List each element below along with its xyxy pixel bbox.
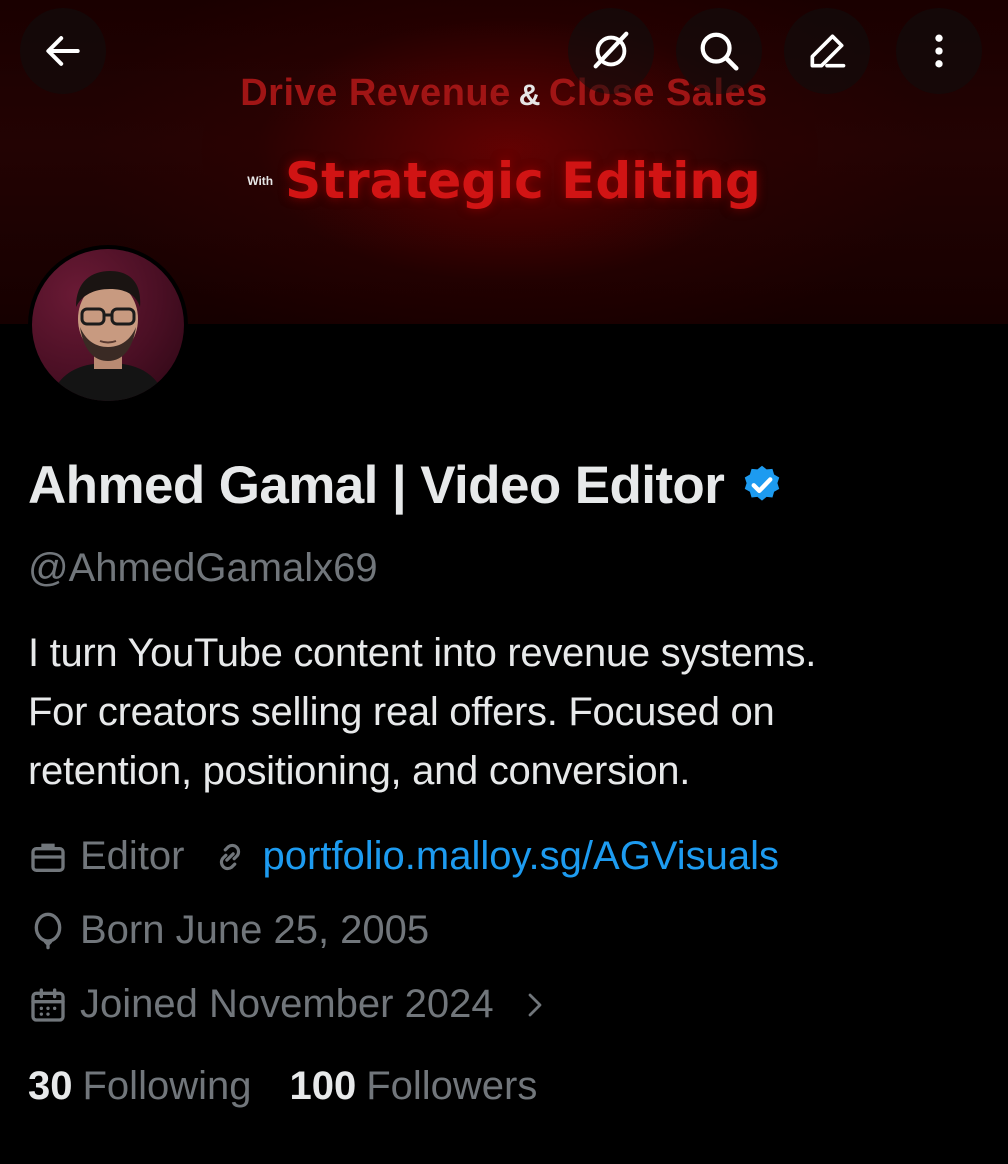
edit-pencil-icon (810, 34, 846, 68)
profile-joined-date: Joined November 2024 (80, 982, 494, 1026)
profile-birthday: Born June 25, 2005 (80, 908, 430, 952)
search-icon (700, 32, 739, 71)
more-vertical-icon (935, 34, 943, 68)
grok-icon (593, 31, 629, 69)
bio-line: I turn YouTube content into revenue syst… (28, 631, 817, 675)
grok-button[interactable] (568, 8, 654, 94)
profile-handle: @AhmedGamalx69 (28, 546, 378, 590)
banner-text-drive-revenue: Drive Revenue (240, 72, 511, 114)
profile-meta-birthday: Born June 25, 2005 (28, 908, 429, 953)
profile-stats: 30 Following 100 Followers (28, 1064, 537, 1109)
calendar-icon (31, 987, 65, 1022)
followers-label: Followers (366, 1064, 538, 1108)
profile-name-row: Ahmed Gamal | Video Editor (28, 452, 784, 518)
chevron-right-icon (528, 993, 541, 1016)
followers-count: 100 (289, 1064, 357, 1108)
banner-ampersand: & (518, 79, 541, 112)
search-button[interactable] (676, 8, 762, 94)
arrow-left-icon (46, 36, 80, 66)
back-button[interactable] (20, 8, 106, 94)
following-link[interactable]: 30 Following (28, 1064, 251, 1109)
following-count: 30 (28, 1064, 73, 1108)
bio-line: For creators selling real offers. Focuse… (28, 690, 775, 734)
bio-line: retention, positioning, and conversion. (28, 749, 691, 793)
balloon-icon (34, 912, 62, 949)
profile-name: Ahmed Gamal | Video Editor (28, 455, 725, 515)
profile-meta-category-website: Editor portfolio.malloy.sg/AGVisuals (28, 834, 779, 879)
banner-subheadline: With Strategic Editing (0, 152, 1008, 210)
banner-with-text: With (247, 174, 274, 188)
edit-button[interactable] (784, 8, 870, 94)
more-options-button[interactable] (896, 8, 982, 94)
profile-category: Editor (80, 834, 185, 878)
avatar-portrait-image (50, 271, 166, 401)
avatar-ring (28, 245, 188, 405)
profile-meta-joined[interactable]: Joined November 2024 (28, 982, 550, 1027)
verified-badge-icon[interactable] (740, 463, 784, 507)
followers-link[interactable]: 100 Followers (289, 1064, 537, 1109)
profile-website-link[interactable]: portfolio.malloy.sg/AGVisuals (263, 834, 780, 879)
link-icon (219, 843, 240, 870)
briefcase-icon (31, 843, 65, 872)
banner-strategic-editing: Strategic Editing (285, 152, 761, 210)
avatar[interactable] (32, 249, 184, 401)
profile-bio: I turn YouTube content into revenue syst… (28, 624, 988, 801)
following-label: Following (82, 1064, 252, 1108)
